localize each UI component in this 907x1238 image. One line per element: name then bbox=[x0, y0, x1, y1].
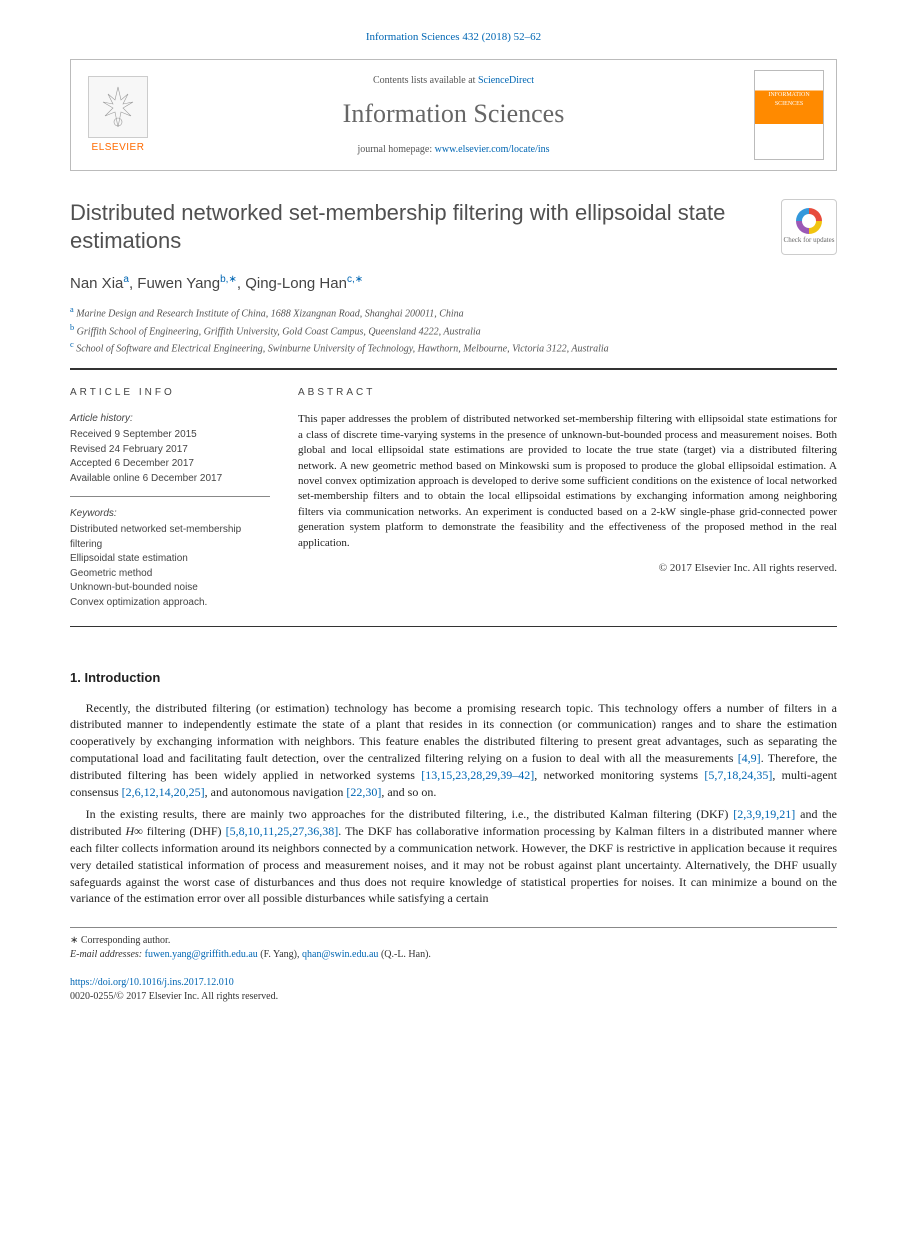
title-row: Distributed networked set-membership fil… bbox=[70, 199, 837, 255]
corresponding-author-note: ∗ Corresponding author. bbox=[70, 934, 837, 948]
author-2-corr: ∗ bbox=[228, 274, 236, 285]
keywords-label: Keywords: bbox=[70, 507, 270, 521]
ref-link[interactable]: [4,9] bbox=[738, 751, 761, 765]
p1-text-f: , and so on. bbox=[381, 785, 436, 799]
email-addresses-line: E-mail addresses: fuwen.yang@griffith.ed… bbox=[70, 948, 837, 962]
intro-paragraph-1: Recently, the distributed filtering (or … bbox=[70, 700, 837, 801]
aff-b-text: Griffith School of Engineering, Griffith… bbox=[74, 326, 480, 337]
citation-header: Information Sciences 432 (2018) 52–62 bbox=[70, 30, 837, 45]
sciencedirect-link[interactable]: ScienceDirect bbox=[478, 75, 534, 86]
affiliation-c: c School of Software and Electrical Engi… bbox=[70, 339, 837, 356]
author-3-aff: c, bbox=[347, 274, 355, 285]
doi-block: https://doi.org/10.1016/j.ins.2017.12.01… bbox=[70, 976, 837, 1004]
revised-line: Revised 24 February 2017 bbox=[70, 443, 270, 458]
p1-text-e: , and autonomous navigation bbox=[205, 785, 347, 799]
publisher-logo: ELSEVIER bbox=[83, 70, 153, 160]
ref-link[interactable]: [2,3,9,19,21] bbox=[733, 807, 795, 821]
p2-text-a: In the existing results, there are mainl… bbox=[86, 807, 734, 821]
author-1-aff: a bbox=[123, 274, 129, 285]
homepage-prefix: journal homepage: bbox=[357, 144, 434, 155]
h-infinity-symbol: H∞ bbox=[125, 824, 142, 838]
homepage-link[interactable]: www.elsevier.com/locate/ins bbox=[435, 144, 550, 155]
info-abstract-row: ARTICLE INFO Article history: Received 9… bbox=[70, 372, 837, 627]
email-1-name: (F. Yang), bbox=[258, 949, 302, 960]
crossmark-badge[interactable]: Check for updates bbox=[781, 199, 837, 255]
section-1-heading: 1. Introduction bbox=[70, 669, 837, 687]
keyword-5: Convex optimization approach. bbox=[70, 596, 270, 611]
p2-text-c: filtering (DHF) bbox=[143, 824, 226, 838]
author-2: Fuwen Yang bbox=[137, 275, 220, 292]
header-center: Contents lists available at ScienceDirec… bbox=[167, 70, 740, 160]
ref-link[interactable]: [5,8,10,11,25,27,36,38] bbox=[226, 824, 339, 838]
contents-line: Contents lists available at ScienceDirec… bbox=[167, 74, 740, 88]
accepted-line: Accepted 6 December 2017 bbox=[70, 457, 270, 472]
elsevier-tree-icon bbox=[88, 76, 148, 138]
paper-title: Distributed networked set-membership fil… bbox=[70, 199, 761, 254]
abstract-heading: ABSTRACT bbox=[298, 386, 837, 400]
journal-cover-thumbnail: INFORMATION SCIENCES bbox=[754, 70, 824, 160]
issn-copyright-line: 0020-0255/© 2017 Elsevier Inc. All right… bbox=[70, 990, 837, 1004]
keyword-1: Distributed networked set-membership fil… bbox=[70, 523, 270, 552]
ref-link[interactable]: [2,6,12,14,20,25] bbox=[122, 785, 205, 799]
article-info: ARTICLE INFO Article history: Received 9… bbox=[70, 386, 270, 610]
affiliation-b: b Griffith School of Engineering, Griffi… bbox=[70, 322, 837, 339]
abstract-copyright: © 2017 Elsevier Inc. All rights reserved… bbox=[298, 561, 837, 576]
email-1-link[interactable]: fuwen.yang@griffith.edu.au bbox=[145, 949, 258, 960]
email-2-name: (Q.-L. Han). bbox=[378, 949, 430, 960]
abstract-block: ABSTRACT This paper addresses the proble… bbox=[298, 386, 837, 610]
email-label: E-mail addresses: bbox=[70, 949, 145, 960]
received-line: Received 9 September 2015 bbox=[70, 428, 270, 443]
info-divider bbox=[70, 496, 270, 497]
contents-prefix: Contents lists available at bbox=[373, 75, 478, 86]
p1-text-c: , networked monitoring systems bbox=[534, 768, 704, 782]
email-2-link[interactable]: qhan@swin.edu.au bbox=[302, 949, 378, 960]
authors-line: Nan Xiaa, Fuwen Yangb,∗, Qing-Long Hanc,… bbox=[70, 273, 837, 294]
publisher-name: ELSEVIER bbox=[92, 141, 145, 155]
author-1: Nan Xia bbox=[70, 275, 123, 292]
keyword-2: Ellipsoidal state estimation bbox=[70, 552, 270, 567]
footnotes: ∗ Corresponding author. E-mail addresses… bbox=[70, 927, 837, 962]
ref-link[interactable]: [5,7,18,24,35] bbox=[704, 768, 772, 782]
aff-c-text: School of Software and Electrical Engine… bbox=[74, 343, 609, 354]
online-line: Available online 6 December 2017 bbox=[70, 472, 270, 487]
affiliation-a: a Marine Design and Research Institute o… bbox=[70, 304, 837, 321]
ref-link[interactable]: [22,30] bbox=[346, 785, 381, 799]
journal-name: Information Sciences bbox=[167, 96, 740, 132]
cover-title: INFORMATION SCIENCES bbox=[757, 91, 821, 108]
intro-paragraph-2: In the existing results, there are mainl… bbox=[70, 806, 837, 907]
aff-a-text: Marine Design and Research Institute of … bbox=[74, 309, 464, 320]
divider bbox=[70, 369, 837, 370]
article-info-heading: ARTICLE INFO bbox=[70, 386, 270, 400]
ref-link[interactable]: [13,15,23,28,29,39–42] bbox=[421, 768, 534, 782]
homepage-line: journal homepage: www.elsevier.com/locat… bbox=[167, 143, 740, 157]
crossmark-icon bbox=[796, 208, 822, 234]
author-3-corr: ∗ bbox=[355, 274, 363, 285]
abstract-text: This paper addresses the problem of dist… bbox=[298, 412, 837, 551]
history-label: Article history: bbox=[70, 412, 270, 426]
keyword-4: Unknown-but-bounded noise bbox=[70, 581, 270, 596]
crossmark-label: Check for updates bbox=[784, 236, 835, 246]
keyword-3: Geometric method bbox=[70, 567, 270, 582]
author-3: Qing-Long Han bbox=[245, 275, 347, 292]
doi-link[interactable]: https://doi.org/10.1016/j.ins.2017.12.01… bbox=[70, 977, 234, 988]
affiliations: a Marine Design and Research Institute o… bbox=[70, 304, 837, 369]
journal-header-block: ELSEVIER Contents lists available at Sci… bbox=[70, 59, 837, 171]
p1-text-a: Recently, the distributed filtering (or … bbox=[70, 701, 837, 765]
